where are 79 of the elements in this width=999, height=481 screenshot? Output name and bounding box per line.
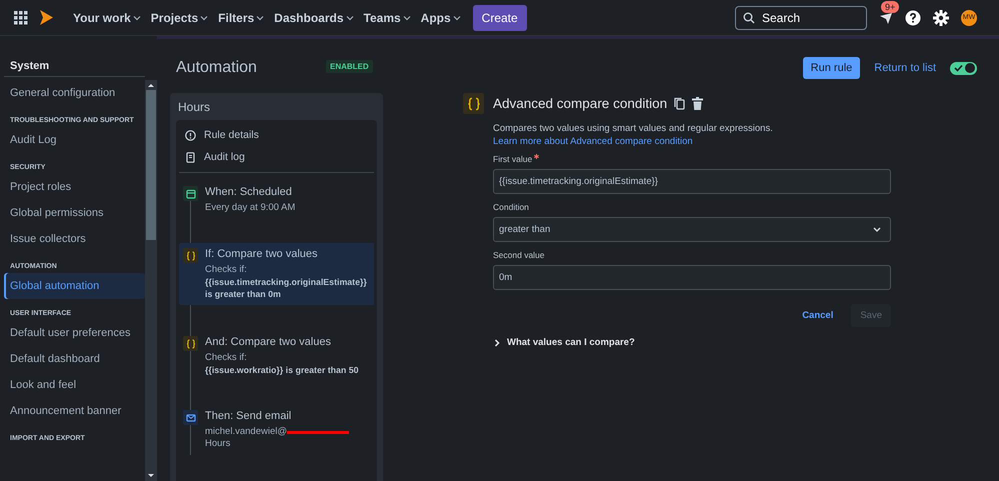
rule-menu-link[interactable]: Rule details [204, 129, 259, 141]
step-detail: Checks if: [205, 352, 247, 364]
nav-menu[interactable]: Dashboards [272, 6, 356, 28]
description: Compares two values using smart values and regular expressions. [493, 123, 773, 134]
step-detail: Every day at 9:00 AM [205, 202, 296, 214]
sidebar-item[interactable]: Issue collectors [4, 226, 145, 252]
chevron-down-icon [200, 14, 208, 20]
sidebar-item[interactable]: General configuration [4, 80, 145, 106]
cancel-button[interactable]: Cancel [796, 304, 840, 327]
chevron-down-icon [256, 14, 264, 20]
chevron-down-icon [346, 14, 354, 20]
rule-step[interactable]: Then: Send email michel.vandewiel@ Hours [179, 405, 374, 455]
copy-icon[interactable] [674, 97, 686, 110]
chevron-down-icon [872, 226, 882, 232]
nav-menu[interactable]: Apps [418, 6, 463, 28]
field-label: Condition [493, 202, 529, 212]
text-field[interactable]: {{issue.timetracking.originalEstimate}} [493, 169, 891, 194]
status-lozenge: ENABLED [326, 60, 373, 72]
run-rule-button[interactable]: Run rule [802, 57, 860, 79]
info-icon [185, 130, 196, 140]
step-title: If: Compare two values [205, 248, 318, 260]
check-icon [954, 64, 963, 72]
rule-step[interactable]: If: Compare two values Checks if: {{issue.timetracking.originalEstimate}} is greater than 0m [179, 243, 374, 305]
sidebar-item[interactable]: Announcement banner [4, 398, 145, 424]
step-detail: michel.vandewiel@ [205, 426, 287, 438]
calendar-icon [183, 186, 198, 201]
editor-title: Advanced compare condition [493, 96, 668, 111]
step-expression: {{issue.workratio}} is greater than 50 [205, 364, 359, 376]
chevron-right-icon [493, 338, 501, 346]
braces-icon [183, 248, 198, 263]
rule-menu-link[interactable]: Audit log [204, 151, 245, 163]
rule-step[interactable]: When: Scheduled Every day at 9:00 AM [179, 181, 374, 219]
enable-toggle[interactable] [950, 62, 977, 74]
sidebar-title: System [4, 60, 145, 77]
delete-icon[interactable] [692, 97, 704, 110]
app-switcher-icon[interactable] [14, 10, 28, 24]
expander[interactable]: What values can I compare? [493, 337, 635, 348]
mail-icon [183, 410, 198, 425]
notification-count: 9+ [881, 0, 900, 12]
select-field[interactable]: greater than [493, 217, 891, 242]
search-icon [743, 12, 755, 24]
sidebar-item[interactable]: Default user preferences [4, 320, 145, 346]
chevron-down-icon [452, 14, 461, 20]
braces-icon [463, 93, 484, 114]
step-expression: {{issue.timetracking.originalEstimate}} is greater than 0m [205, 276, 368, 300]
document-icon [185, 152, 196, 162]
step-detail: Checks if: [205, 264, 247, 276]
rule-step[interactable]: And: Compare two values Checks if: {{issue.workratio}} is greater than 50 [179, 331, 374, 381]
chevron-down-icon [132, 14, 141, 20]
step-detail: Hours [205, 438, 230, 450]
page-title: Automation [176, 59, 258, 77]
sidebar-item[interactable]: Look and feel [4, 372, 145, 398]
braces-icon [183, 336, 198, 351]
step-title: Then: Send email [205, 410, 292, 422]
logo-icon[interactable] [40, 10, 53, 25]
field-label: First value [493, 154, 532, 164]
notification-icon[interactable] [879, 10, 893, 24]
scrollbar[interactable] [145, 80, 157, 481]
sidebar-item[interactable]: Default dashboard [4, 346, 145, 372]
nav-menu[interactable]: Your work [71, 6, 143, 28]
sidebar-item[interactable]: Global permissions [4, 200, 145, 226]
rule-name: Hours [177, 99, 212, 116]
chevron-down-icon [402, 14, 411, 20]
sidebar-item[interactable]: Audit Log [4, 127, 145, 153]
sidebar-item[interactable]: Project roles [4, 174, 145, 200]
field-label: Second value [493, 250, 545, 260]
sidebar-item[interactable]: Global automation [4, 273, 145, 299]
nav-menu[interactable]: Filters [216, 6, 266, 28]
settings-icon[interactable] [933, 10, 949, 26]
search-field[interactable]: Search [735, 6, 867, 30]
create-button[interactable]: Create [472, 4, 527, 30]
nav-menu[interactable]: Teams [362, 6, 413, 28]
return-link[interactable]: Return to list [874, 62, 936, 74]
text-field[interactable]: 0m [493, 265, 891, 290]
step-title: When: Scheduled [205, 186, 293, 198]
learn-more-link[interactable]: Learn more about Advanced compare condition [493, 136, 693, 147]
nav-menu[interactable]: Projects [148, 6, 210, 28]
help-icon[interactable] [905, 10, 921, 26]
step-title: And: Compare two values [205, 336, 332, 348]
